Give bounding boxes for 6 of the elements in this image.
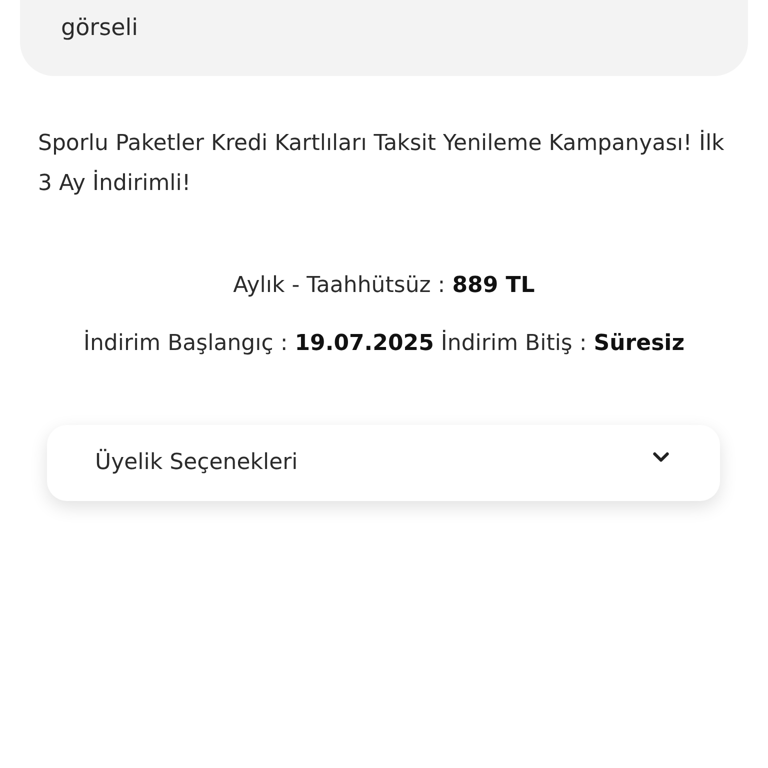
chevron-down-icon — [652, 451, 670, 464]
discount-dates: İndirim Başlangıç : 19.07.2025 İndirim Bitiş : Süresiz — [82, 328, 686, 358]
membership-options-dropdown[interactable]: Üyelik Seçenekleri — [47, 425, 720, 501]
price-text: Aylık - Taahhütsüz : 889 TL — [232, 272, 536, 300]
image-caption: görseli — [61, 14, 138, 43]
campaign-description: Sporlu Paketler Kredi Kartlıları Taksit Yenileme Kampanyası! İlk 3 Ay İndirimli! — [38, 128, 726, 198]
